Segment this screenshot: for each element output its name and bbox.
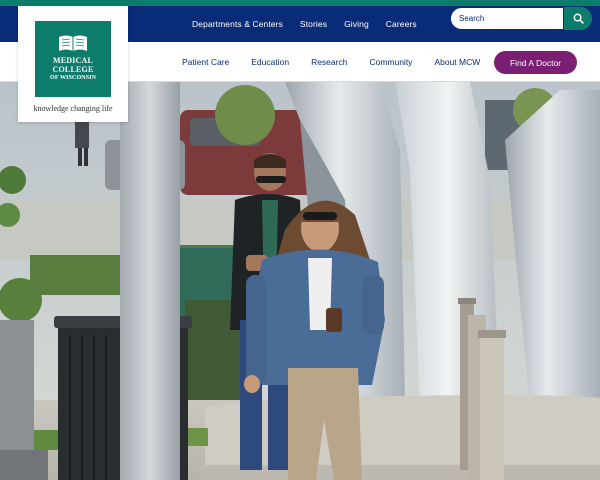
utility-link-stories[interactable]: Stories [300,19,327,29]
utility-link-giving[interactable]: Giving [344,19,369,29]
find-a-doctor-button[interactable]: Find A Doctor [494,51,577,74]
logo-tagline: knowledge changing life [33,104,113,113]
mcw-logo-card[interactable]: MEDICAL COLLEGE OF WISCONSIN knowledge c… [18,6,128,122]
search-field[interactable] [450,7,564,30]
logo-line-medical: MEDICAL [52,56,94,65]
hero-photo [0,82,600,480]
utility-nav: Departments & Centers Stories Giving Car… [192,6,417,42]
search-input[interactable] [459,14,563,23]
nav-community[interactable]: Community [369,57,412,67]
logo-line-college: COLLEGE [52,65,94,74]
nav-education[interactable]: Education [251,57,289,67]
mcw-logo-mark: MEDICAL COLLEGE OF WISCONSIN [35,21,111,97]
main-nav-links: Patient Care Education Research Communit… [182,42,480,82]
logo-line-wisconsin: OF WISCONSIN [50,74,96,81]
open-book-icon [59,35,87,51]
search-icon [573,13,584,24]
nav-patient-care[interactable]: Patient Care [182,57,229,67]
nav-research[interactable]: Research [311,57,347,67]
hero-image [0,82,600,480]
utility-link-departments[interactable]: Departments & Centers [192,19,283,29]
search-button[interactable] [564,7,592,30]
utility-link-careers[interactable]: Careers [386,19,417,29]
nav-about-mcw[interactable]: About MCW [434,57,480,67]
